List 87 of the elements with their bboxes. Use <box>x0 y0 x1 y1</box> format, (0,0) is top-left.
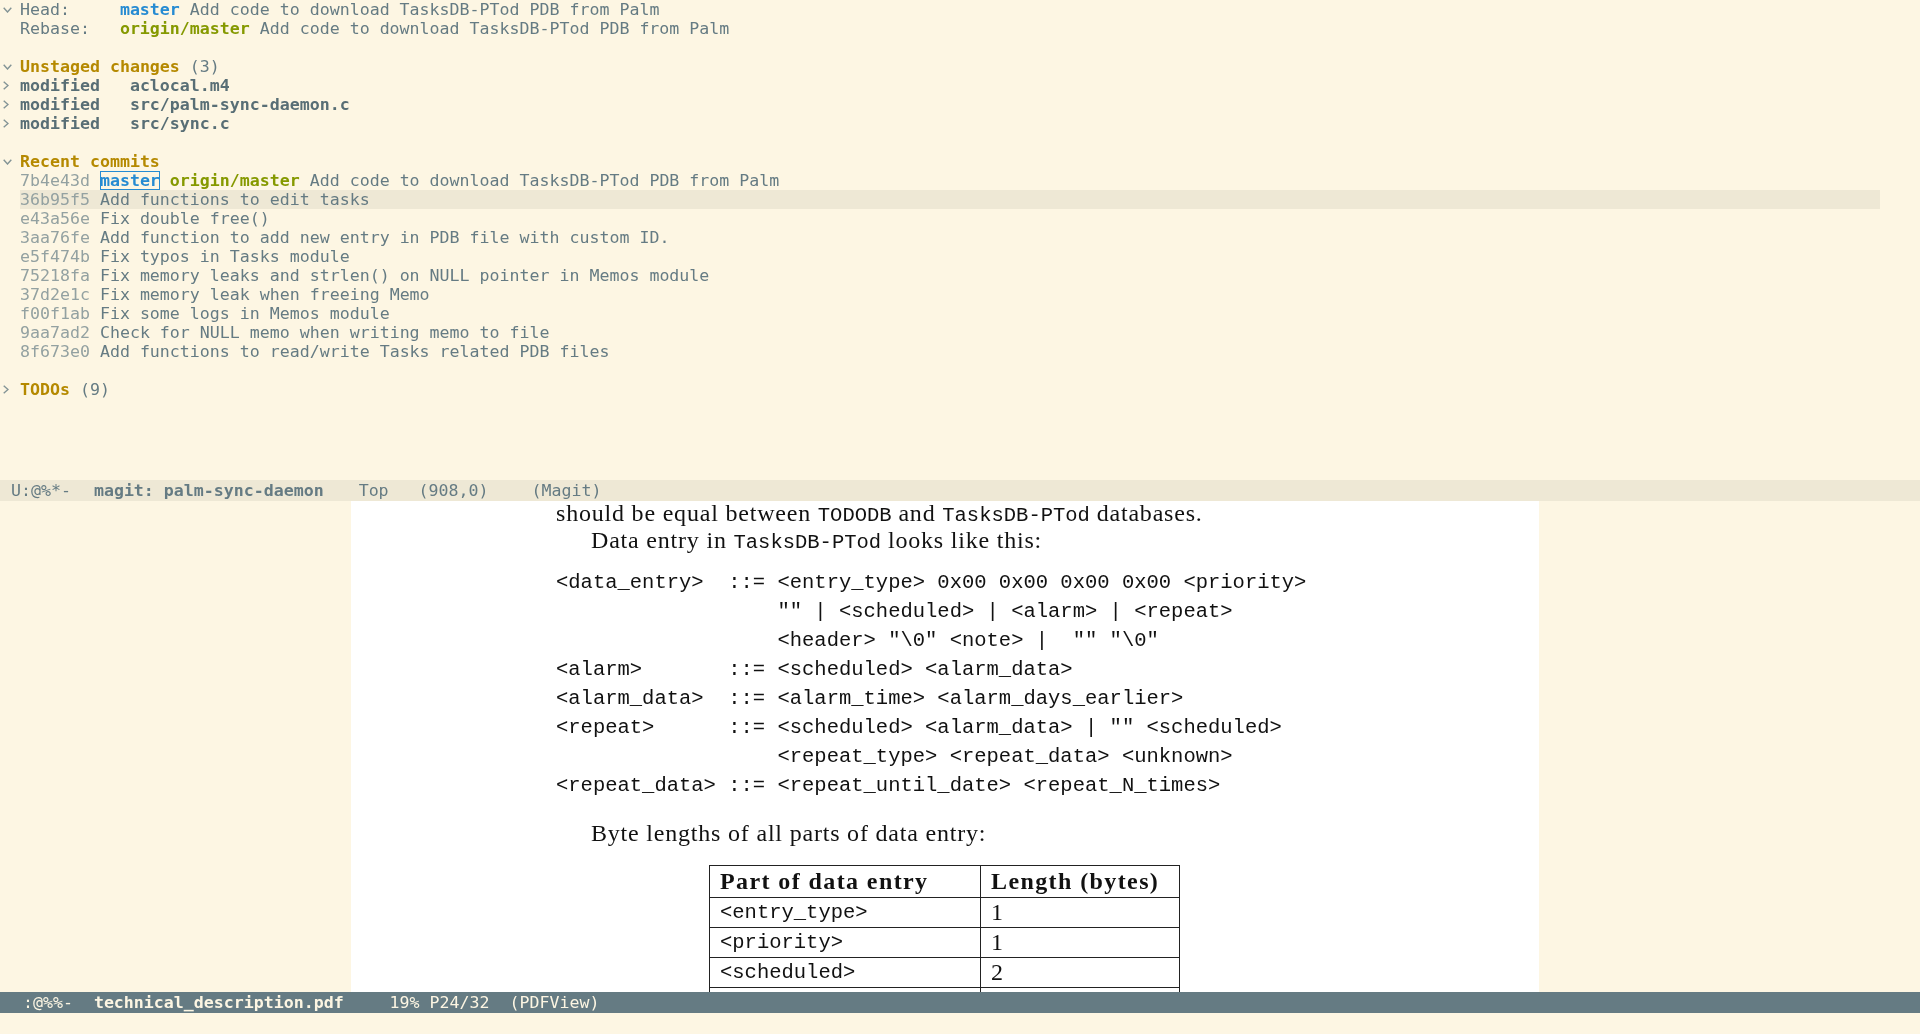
grammar-definition: <scheduled> <alarm_data> <box>777 657 1073 683</box>
buffer-status: U:@%*- <box>11 481 71 500</box>
branch-name[interactable]: master <box>99 171 160 190</box>
grammar-operator: ::= <box>728 773 766 799</box>
item-count: (9) <box>79 380 110 399</box>
grammar-definition: <repeat_until_date> <repeat_N_times> <box>777 773 1221 799</box>
commit-message: Add code to download TasksDB-PTod PDB from Palm <box>189 0 660 19</box>
grammar-operator: ::= <box>728 657 766 683</box>
buffer-position: Top <box>358 481 389 500</box>
item-count: (3) <box>189 57 220 76</box>
grammar-definition: <alarm_time> <alarm_days_earlier> <box>777 686 1184 712</box>
commit-hash: 7b4e43d <box>20 171 90 190</box>
buffer-name: technical_description.pdf <box>93 993 344 1012</box>
grammar-operator: ::= <box>728 686 766 712</box>
commit-hash: 3aa76fe <box>20 228 90 247</box>
branch-name[interactable]: origin/master <box>119 19 250 38</box>
commit-message: Fix some logs in Memos module <box>99 304 390 323</box>
file-status: modified <box>20 95 100 114</box>
commit-hash: 75218fa <box>20 266 90 285</box>
grammar-symbol: <alarm_data> <box>556 686 704 712</box>
commit-hash: 9aa7ad2 <box>20 323 90 342</box>
grammar-definition: <repeat_type> <repeat_data> <unknown> <box>777 744 1233 770</box>
table-cell: 2 <box>980 957 1180 988</box>
section-heading[interactable]: TODOs <box>20 380 70 399</box>
grammar-symbol: <alarm> <box>556 657 643 683</box>
table-cell: <entry_type> <box>709 897 981 928</box>
table-cell: 1 <box>980 897 1180 928</box>
cursor-position: (908,0) <box>418 481 489 500</box>
file-status: modified <box>20 114 100 133</box>
commit-row[interactable]: 75218fa Fix memory leaks and strlen() on NULL pointer in Memos module <box>20 266 1880 285</box>
branch-name[interactable]: master <box>119 0 180 19</box>
grammar-operator: ::= <box>728 715 766 741</box>
grammar-definition: "" | <scheduled> | <alarm> | <repeat> <box>777 599 1233 625</box>
grammar-symbol: <repeat_data> <box>556 773 716 799</box>
commit-row[interactable]: 37d2e1c Fix memory leak when freeing Memo <box>20 285 1880 304</box>
file-status: modified <box>20 76 100 95</box>
file-name[interactable]: aclocal.m4 <box>129 76 230 95</box>
commit-row[interactable]: e43a56e Fix double free() <box>20 209 1880 228</box>
major-mode: (Magit) <box>531 481 602 500</box>
commit-message: Fix double free() <box>99 209 270 228</box>
commit-hash: 8f673e0 <box>20 342 90 361</box>
grammar-operator: ::= <box>728 570 766 596</box>
commit-message: Check for NULL memo when writing memo to file <box>99 323 550 342</box>
commit-hash: e5f474b <box>20 247 90 266</box>
section-heading[interactable]: Unstaged changes <box>20 57 180 76</box>
commit-row[interactable]: e5f474b Fix typos in Tasks module <box>20 247 1880 266</box>
commit-message: Fix memory leak when freeing Memo <box>99 285 430 304</box>
commit-hash: 36b95f5 <box>20 190 90 209</box>
ref-label: Rebase: <box>20 19 90 38</box>
commit-row[interactable]: f00f1ab Fix some logs in Memos module <box>20 304 1880 323</box>
commit-message: Add code to download TasksDB-PTod PDB from Palm <box>259 19 730 38</box>
table-cell: 1 <box>980 927 1180 958</box>
buffer-status: :@%%- <box>22 993 73 1012</box>
commit-row[interactable]: 3aa76fe Add function to add new entry in PDB file with custom ID. <box>20 228 1880 247</box>
buffer-position: 19% P24/32 <box>389 993 490 1012</box>
grammar-definition: <scheduled> <alarm_data> | "" <scheduled> <box>777 715 1282 741</box>
ref-label: Head: <box>20 0 70 19</box>
file-name[interactable]: src/palm-sync-daemon.c <box>129 95 350 114</box>
commit-message: Fix memory leaks and strlen() on NULL pointer in Memos module <box>99 266 710 285</box>
buffer-name: magit: palm-sync-daemon <box>93 481 324 500</box>
section-heading[interactable]: Recent commits <box>20 152 160 171</box>
paragraph-text: Data entry in TasksDB-PTod looks like this: <box>590 528 1043 555</box>
table-cell: <scheduled> <box>709 957 981 988</box>
commit-message: Add functions to edit tasks <box>99 190 370 209</box>
table-cell: <priority> <box>709 927 981 958</box>
commit-hash: e43a56e <box>20 209 90 228</box>
commit-row[interactable]: 7b4e43d master origin/master Add code to download TasksDB-PTod PDB from Palm <box>20 171 1880 190</box>
commit-hash: 37d2e1c <box>20 285 90 304</box>
grammar-symbol: <repeat> <box>556 715 655 741</box>
commit-message: Fix typos in Tasks module <box>99 247 350 266</box>
grammar-definition: <entry_type> 0x00 0x00 0x00 0x00 <priority> <box>777 570 1307 596</box>
commit-hash: f00f1ab <box>20 304 90 323</box>
commit-message: Add functions to read/write Tasks related PDB files <box>99 342 610 361</box>
commit-row[interactable]: 9aa7ad2 Check for NULL memo when writing memo to file <box>20 323 1880 342</box>
grammar-symbol: <data_entry> <box>556 570 704 596</box>
major-mode: (PDFView) <box>509 993 600 1012</box>
file-name[interactable]: src/sync.c <box>129 114 230 133</box>
commit-message: Add function to add new entry in PDB file with custom ID. <box>99 228 670 247</box>
paragraph-text: Byte lengths of all parts of data entry: <box>590 821 987 845</box>
grammar-definition: <header> "\0" <note> | "" "\0" <box>777 628 1159 654</box>
commit-row[interactable]: 8f673e0 Add functions to read/write Tasks related PDB files <box>20 342 1880 361</box>
table-header: Length (bytes) <box>980 865 1180 898</box>
branch-name[interactable]: origin/master <box>169 171 300 190</box>
commit-row[interactable]: 36b95f5 Add functions to edit tasks <box>20 190 1880 209</box>
commit-message: Add code to download TasksDB-PTod PDB from Palm <box>309 171 780 190</box>
table-header: Part of data entry <box>709 865 981 898</box>
paragraph-text: should be equal between TODODB and TasksDB-PTod databases. <box>556 501 1203 528</box>
